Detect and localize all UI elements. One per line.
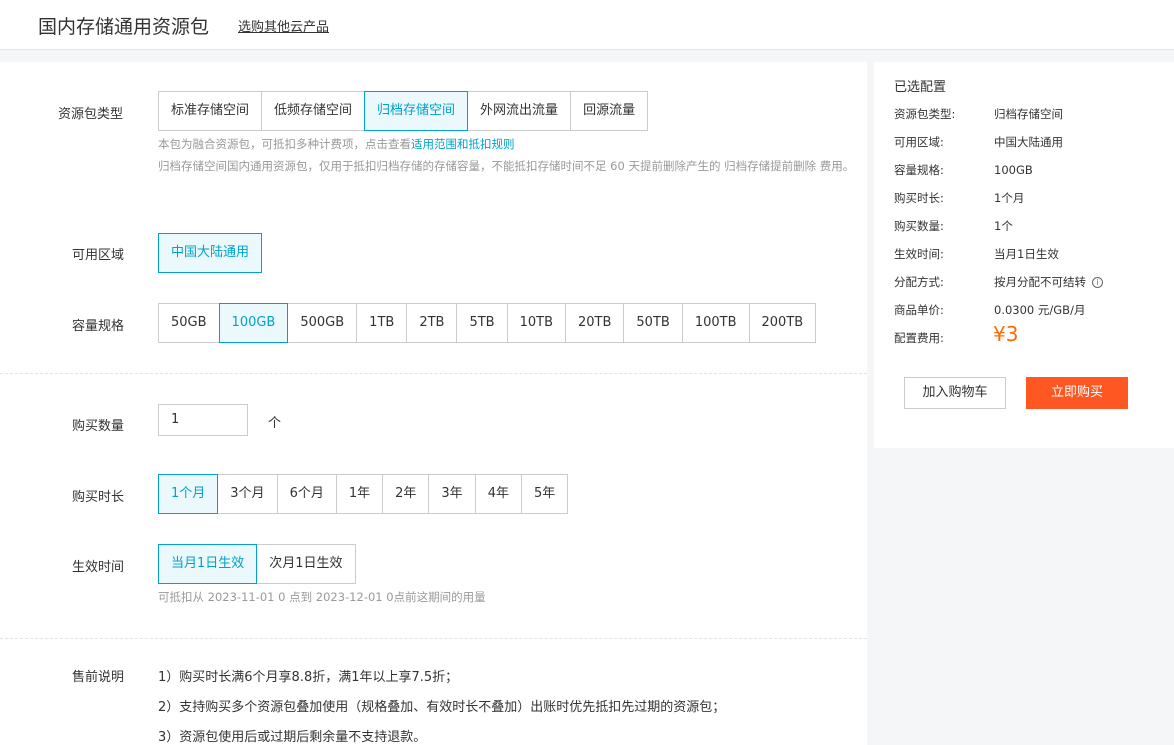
summary-key: 购买时长: [894, 191, 944, 205]
effective-option[interactable]: 当月1日生效 [158, 544, 258, 584]
summary-key: 购买数量: [894, 219, 944, 233]
capacity-option[interactable]: 1TB [356, 303, 408, 343]
region-label: 可用区域 [72, 248, 125, 263]
summary-value: 归档存储空间 [994, 107, 1063, 121]
package-type-option[interactable]: 标准存储空间 [158, 91, 263, 131]
summary-row: 容量规格: 100GB [894, 162, 1033, 178]
duration-option[interactable]: 4年 [474, 474, 522, 514]
summary-title: 已选配置 [894, 80, 947, 95]
summary-value: 当月1日生效 [994, 247, 1059, 261]
presale-note: 2）支持购买多个资源包叠加使用（规格叠加、有效时长不叠加）出账时优先抵扣先过期的… [158, 700, 726, 715]
summary-row: 配置费用: [894, 330, 994, 346]
effective-label: 生效时间 [72, 560, 125, 575]
summary-value: 100GB [994, 163, 1033, 177]
summary-row: 购买时长: 1个月 [894, 190, 1024, 206]
section-divider [0, 373, 867, 374]
other-products-link[interactable]: 选购其他云产品 [238, 16, 329, 35]
duration-options: 1个月 3个月 6个月 1年 2年 3年 4年 5年 [158, 474, 569, 514]
summary-row: 购买数量: 1个 [894, 218, 1013, 234]
capacity-option[interactable]: 5TB [456, 303, 508, 343]
add-to-cart-button[interactable]: 加入购物车 [904, 377, 1006, 409]
summary-panel: 已选配置 资源包类型: 归档存储空间可用区域: 中国大陆通用容量规格: 100GB 购买… [874, 62, 1174, 448]
duration-option[interactable]: 5年 [520, 474, 569, 514]
capacity-option[interactable]: 50GB [158, 303, 220, 343]
capacity-option[interactable]: 100GB [218, 303, 289, 343]
summary-value: 0.0300 元/GB/月 [994, 303, 1086, 317]
summary-value: 1个 [994, 219, 1013, 233]
summary-key: 可用区域: [894, 135, 944, 149]
section-divider [0, 638, 867, 639]
package-type-options: 标准存储空间 低频存储空间 归档存储空间 外网流出流量 回源流量 [158, 91, 649, 131]
package-type-option[interactable]: 外网流出流量 [467, 91, 572, 131]
quantity-label: 购买数量 [72, 419, 125, 434]
buy-now-button[interactable]: 立即购买 [1026, 377, 1128, 409]
page-title: 国内存储通用资源包 [38, 16, 210, 38]
package-hint-2: 归档存储空间国内通用资源包，仅用于抵扣归档存储的存储容量，不能抵扣存储时间不足 … [158, 159, 855, 173]
capacity-option[interactable]: 500GB [287, 303, 358, 343]
summary-key: 配置费用: [894, 331, 944, 345]
summary-row: 商品单价: 0.0300 元/GB/月 [894, 302, 1085, 318]
quantity-input[interactable]: 1 [158, 404, 248, 436]
summary-key: 商品单价: [894, 303, 944, 317]
presale-note: 3）资源包使用后或过期后剩余量不支持退款。 [158, 730, 427, 745]
duration-option[interactable]: 6个月 [276, 474, 337, 514]
effective-option[interactable]: 次月1日生效 [256, 544, 356, 584]
effective-hint: 可抵扣从 2023-11-01 0 点到 2023-12-01 0点前这期间的用… [158, 590, 486, 604]
region-option[interactable]: 中国大陆通用 [158, 233, 263, 273]
summary-key: 生效时间: [894, 247, 944, 261]
capacity-option[interactable]: 20TB [565, 303, 625, 343]
summary-value: 中国大陆通用 [994, 135, 1063, 149]
summary-key: 资源包类型: [894, 107, 956, 121]
summary-key: 容量规格: [894, 163, 944, 177]
package-type-option[interactable]: 低频存储空间 [261, 91, 366, 131]
summary-row: 可用区域: 中国大陆通用 [894, 134, 1063, 150]
capacity-option[interactable]: 10TB [506, 303, 566, 343]
capacity-option[interactable]: 200TB [748, 303, 817, 343]
capacity-options: 50GB 100GB 500GB 1TB 2TB 5TB 10TB 20TB 50TB 100TB… [158, 303, 817, 343]
duration-option[interactable]: 3年 [428, 474, 476, 514]
summary-row: 资源包类型: 归档存储空间 [894, 106, 1063, 122]
config-panel: 资源包类型 标准存储空间 低频存储空间 归档存储空间 外网流出流量 回源流量 本包为融合… [0, 62, 867, 745]
package-type-option[interactable]: 归档存储空间 [364, 91, 469, 131]
package-type-label: 资源包类型 [58, 107, 124, 122]
effective-options: 当月1日生效 次月1日生效 [158, 544, 356, 584]
capacity-label: 容量规格 [72, 319, 125, 334]
quantity-unit: 个 [268, 416, 282, 431]
duration-option[interactable]: 1年 [335, 474, 384, 514]
duration-option[interactable]: 2年 [382, 474, 430, 514]
summary-row: 生效时间: 当月1日生效 [894, 246, 1059, 262]
package-hint-1: 本包为融合资源包，可抵扣多种计费项，点击查看适用范围和抵扣规则 [158, 137, 515, 151]
deduction-rules-link[interactable]: 适用范围和抵扣规则 [411, 137, 515, 151]
summary-value: 按月分配不可结转 [994, 275, 1086, 289]
summary-row: 分配方式: 按月分配不可结转 i [894, 274, 1103, 290]
package-type-option[interactable]: 回源流量 [570, 91, 649, 131]
capacity-option[interactable]: 50TB [623, 303, 683, 343]
summary-value: 1个月 [994, 191, 1025, 205]
page-header: 国内存储通用资源包 选购其他云产品 [0, 0, 1174, 50]
total-price: ¥3 [993, 322, 1019, 346]
duration-option[interactable]: 3个月 [217, 474, 278, 514]
duration-label: 购买时长 [72, 490, 125, 505]
presale-label: 售前说明 [72, 670, 125, 685]
duration-option[interactable]: 1个月 [158, 474, 219, 514]
info-icon[interactable]: i [1092, 277, 1103, 288]
presale-note: 1）购买时长满6个月享8.8折，满1年以上享7.5折； [158, 670, 459, 685]
summary-key: 分配方式: [894, 275, 944, 289]
capacity-option[interactable]: 100TB [681, 303, 750, 343]
region-options: 中国大陆通用 [158, 233, 263, 273]
capacity-option[interactable]: 2TB [406, 303, 458, 343]
